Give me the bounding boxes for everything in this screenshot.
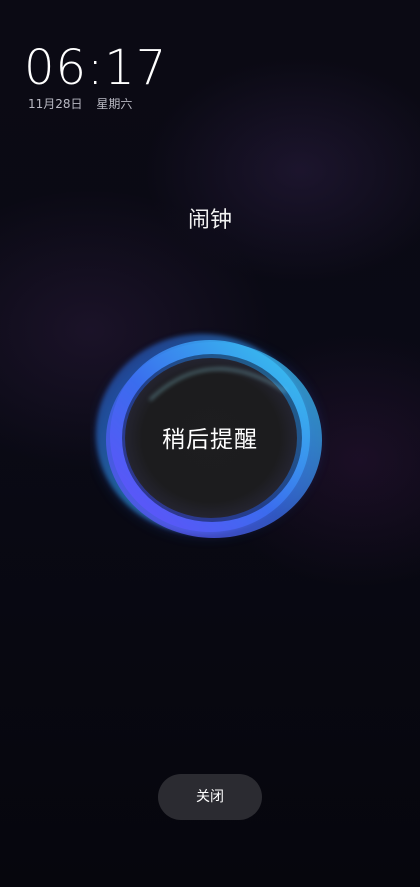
status-clock: 06:17 bbox=[24, 40, 168, 96]
close-button[interactable]: 关闭 bbox=[158, 774, 262, 820]
snooze-button[interactable]: 稍后提醒 bbox=[120, 365, 300, 515]
alarm-screen: 06:17 11月28日 星期六 闹钟 稍后提醒 关闭 bbox=[0, 0, 420, 887]
weekday-text: 星期六 bbox=[96, 97, 133, 111]
snooze-label: 稍后提醒 bbox=[162, 427, 258, 453]
date-row: 11月28日 星期六 bbox=[28, 96, 132, 112]
alarm-title: 闹钟 bbox=[187, 208, 232, 233]
date-text: 11月28日 bbox=[28, 97, 83, 111]
close-label: 关闭 bbox=[196, 789, 224, 805]
